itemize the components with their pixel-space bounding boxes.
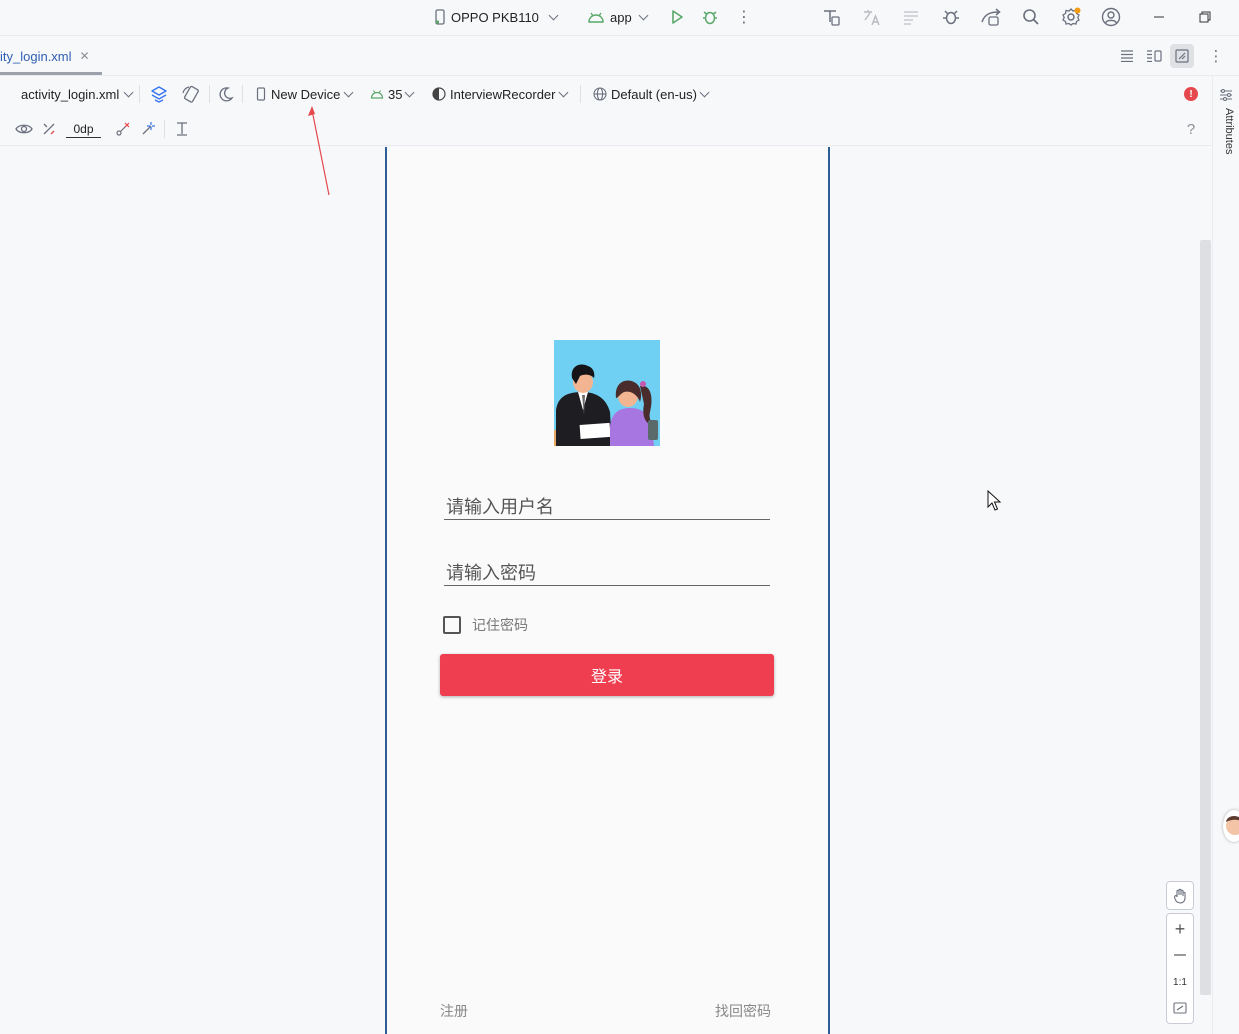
error-badge-icon[interactable]: ! <box>1184 87 1198 101</box>
attributes-tab[interactable]: Attributes <box>1217 108 1235 168</box>
separator <box>139 85 140 103</box>
orientation-icon[interactable] <box>180 83 202 105</box>
design-toolbar-secondary: 0dp ? <box>0 112 1212 146</box>
android-icon <box>587 10 605 24</box>
login-illustration <box>554 340 660 446</box>
zoom-in-icon[interactable]: + <box>1167 917 1193 941</box>
attributes-side-strip: Attributes <box>1212 76 1239 1034</box>
api-level-label: 35 <box>388 86 403 102</box>
guidelines-icon[interactable] <box>171 118 193 140</box>
tab-activity-login[interactable]: ity_login.xml ✕ <box>0 36 102 76</box>
debug-icon[interactable] <box>699 6 721 28</box>
password-hint: 请输入密码 <box>446 563 536 583</box>
globe-icon <box>593 87 607 101</box>
chevron-down-icon <box>699 87 710 97</box>
design-toolbar: activity_login.xml New Device 35 Intervi… <box>0 77 1212 111</box>
bug-settings-icon[interactable] <box>940 6 962 28</box>
password-input[interactable]: 请输入密码 <box>444 557 770 587</box>
help-icon[interactable]: ? <box>1181 119 1201 139</box>
theme-label: InterviewRecorder <box>450 86 556 102</box>
tab-active-indicator <box>0 72 102 75</box>
title-bar: OPPO PKB110 app ⋮ <box>0 0 1239 36</box>
username-input[interactable]: 请输入用户名 <box>444 491 770 521</box>
attributes-icon[interactable] <box>1217 86 1235 104</box>
editor-tab-bar: ity_login.xml ✕ ⋮ <box>0 36 1239 76</box>
minimize-icon[interactable] <box>1148 6 1170 28</box>
layout-inspector-icon[interactable] <box>820 6 842 28</box>
default-margin-value: 0dp <box>73 121 94 136</box>
default-margin-field[interactable]: 0dp <box>66 120 101 138</box>
device-manager-icon[interactable] <box>980 6 1002 28</box>
recover-password-link[interactable]: 找回密码 <box>715 1001 771 1021</box>
zoom-actual-size[interactable]: 1:1 <box>1167 970 1193 994</box>
cursor-icon <box>987 490 1002 511</box>
locale-label: Default (en-us) <box>611 86 697 102</box>
username-hint: 请输入用户名 <box>446 497 554 517</box>
separator <box>580 85 581 103</box>
theme-icon <box>432 87 446 101</box>
separator <box>242 85 243 103</box>
run-config-selector[interactable]: app <box>587 6 649 28</box>
register-link[interactable]: 注册 <box>440 1001 468 1021</box>
more-vertical-icon[interactable]: ⋮ <box>733 6 755 28</box>
pan-button[interactable] <box>1166 881 1194 910</box>
design-view-icon[interactable] <box>1170 44 1194 68</box>
layers-icon[interactable] <box>148 83 170 105</box>
hand-icon <box>1172 888 1188 904</box>
run-icon[interactable] <box>666 6 688 28</box>
translate-icon[interactable] <box>860 6 882 28</box>
clear-constraints-icon[interactable] <box>112 118 134 140</box>
username-underline <box>444 519 770 520</box>
remember-password-checkbox[interactable]: 记住密码 <box>443 614 528 636</box>
zoom-controls: + 1:1 <box>1166 913 1194 1024</box>
device-frame: 请输入用户名 请输入密码 记住密码 登录 注册 找回密码 <box>385 147 830 1034</box>
password-underline <box>444 585 770 586</box>
search-icon[interactable] <box>1020 6 1042 28</box>
checkbox-box[interactable] <box>443 616 461 634</box>
tab-label: ity_login.xml <box>0 48 72 64</box>
phone-icon <box>256 87 266 101</box>
chevron-down-icon <box>343 87 354 97</box>
login-button-label: 登录 <box>590 669 623 686</box>
device-selector[interactable]: OPPO PKB110 <box>434 6 559 28</box>
separator <box>209 85 210 103</box>
code-view-icon[interactable] <box>1116 45 1138 67</box>
separator <box>164 120 165 138</box>
locale-selector[interactable]: Default (en-us) <box>593 85 710 103</box>
run-config-label: app <box>610 9 632 25</box>
account-icon[interactable] <box>1100 6 1122 28</box>
chevron-down-icon <box>638 10 649 20</box>
android-icon <box>370 89 384 99</box>
login-button[interactable]: 登录 <box>440 654 774 696</box>
file-selector[interactable]: activity_login.xml <box>21 85 134 103</box>
close-icon[interactable]: ✕ <box>80 49 90 63</box>
eye-icon[interactable] <box>13 118 35 140</box>
split-view-icon[interactable] <box>1143 45 1165 67</box>
chevron-down-icon <box>548 10 559 20</box>
zoom-fit-icon[interactable] <box>1167 996 1193 1020</box>
restore-icon[interactable] <box>1194 6 1216 28</box>
file-select-label: activity_login.xml <box>21 86 120 102</box>
chevron-down-icon <box>123 87 134 97</box>
list-disabled-icon[interactable] <box>900 6 922 28</box>
infer-constraints-icon[interactable] <box>137 118 159 140</box>
api-level-selector[interactable]: 35 <box>370 85 415 103</box>
night-mode-icon[interactable] <box>215 83 237 105</box>
chevron-down-icon <box>558 87 568 97</box>
canvas-scrollbar[interactable] <box>1200 240 1211 995</box>
phone-icon <box>434 9 446 25</box>
settings-icon[interactable] <box>1060 6 1082 28</box>
remember-password-label: 记住密码 <box>472 617 528 633</box>
avatar[interactable] <box>1223 810 1239 842</box>
autoconnect-icon[interactable] <box>38 118 60 140</box>
device-label: OPPO PKB110 <box>451 9 539 25</box>
theme-selector[interactable]: InterviewRecorder <box>432 85 568 103</box>
chevron-down-icon <box>405 87 415 97</box>
more-vertical-icon[interactable]: ⋮ <box>1206 45 1226 67</box>
annotation-arrow <box>308 106 330 196</box>
zoom-out-icon[interactable] <box>1167 943 1193 967</box>
